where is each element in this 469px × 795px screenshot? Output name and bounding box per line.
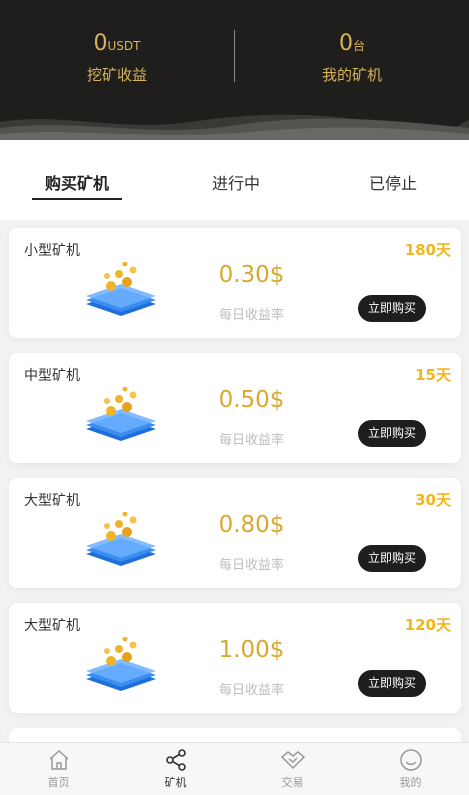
- daily-rate-label: 每日收益率: [218, 433, 284, 448]
- summary-header: 0USDT 挖矿收益 0台 我的矿机: [0, 0, 469, 140]
- daily-rate-label: 每日收益率: [218, 683, 284, 698]
- my-miners-value: 0: [338, 31, 353, 56]
- miner-duration: 120天: [404, 616, 451, 634]
- mining-income-label: 挖矿收益: [86, 66, 147, 84]
- buy-now-button[interactable]: 立即购买: [358, 545, 426, 572]
- daily-rate-label: 每日收益率: [218, 308, 284, 323]
- nav-miner-label: 矿机: [164, 776, 187, 789]
- tab-buy-miner[interactable]: 购买矿机: [22, 170, 132, 194]
- miner-name: 大型矿机: [24, 493, 80, 509]
- share-nodes-icon: [165, 749, 186, 771]
- nav-trade-label: 交易: [281, 776, 304, 789]
- miner-card: 中型矿机 15天 0.50$ 每日收益率 立即购买: [9, 353, 461, 463]
- mining-income-stat: 0USDT 挖矿收益: [0, 30, 234, 85]
- miner-card: 大型矿机 120天 1.00$ 每日收益率 立即购买: [9, 603, 461, 713]
- daily-rate-value: 0.30$: [218, 262, 285, 288]
- tab-stopped[interactable]: 已停止: [338, 170, 448, 194]
- nav-miner[interactable]: 矿机: [117, 747, 234, 790]
- daily-rate-value: 1.00$: [218, 637, 285, 663]
- daily-rate-value: 0.50$: [218, 387, 285, 413]
- active-tab-indicator: [32, 198, 122, 200]
- coin-stack-icon: [86, 512, 156, 566]
- miner-duration: 30天: [415, 491, 451, 509]
- smile-face-icon: [399, 749, 422, 771]
- miner-name: 中型矿机: [24, 368, 80, 384]
- tab-in-progress[interactable]: 进行中: [181, 170, 291, 194]
- nav-mine-label: 我的: [399, 776, 422, 789]
- wave-decoration: [0, 114, 469, 140]
- my-miners-unit: 台: [352, 39, 365, 53]
- coin-stack-icon: [86, 262, 156, 316]
- miner-name: 大型矿机: [24, 618, 80, 634]
- mining-income-unit: USDT: [107, 39, 141, 53]
- nav-home[interactable]: 首页: [0, 747, 117, 790]
- buy-now-button[interactable]: 立即购买: [358, 420, 426, 447]
- coin-stack-icon: [86, 637, 156, 691]
- my-miners-stat: 0台 我的矿机: [235, 30, 469, 85]
- daily-rate-label: 每日收益率: [218, 558, 284, 573]
- miner-duration: 180天: [404, 241, 451, 259]
- mining-income-value: 0: [93, 31, 108, 56]
- coin-stack-icon: [86, 387, 156, 441]
- home-icon: [49, 749, 68, 770]
- miner-card: 小型矿机 180天 0.30$ 每日收益率 立即购买: [9, 228, 461, 338]
- nav-trade[interactable]: 交易: [234, 747, 351, 790]
- daily-rate-value: 0.80$: [218, 512, 285, 538]
- buy-now-button[interactable]: 立即购买: [358, 670, 426, 697]
- bottom-nav: 首页 矿机 交易 我的: [0, 742, 469, 795]
- handshake-icon: [280, 751, 305, 770]
- nav-mine[interactable]: 我的: [352, 747, 469, 790]
- buy-now-button[interactable]: 立即购买: [358, 295, 426, 322]
- miner-card: 大型矿机 30天 0.80$ 每日收益率 立即购买: [9, 478, 461, 588]
- my-miners-label: 我的矿机: [321, 66, 382, 84]
- nav-home-label: 首页: [47, 776, 70, 789]
- miner-tabs: 购买矿机 进行中 已停止: [0, 140, 469, 220]
- miner-name: 小型矿机: [24, 243, 80, 259]
- miner-duration: 15天: [415, 366, 451, 384]
